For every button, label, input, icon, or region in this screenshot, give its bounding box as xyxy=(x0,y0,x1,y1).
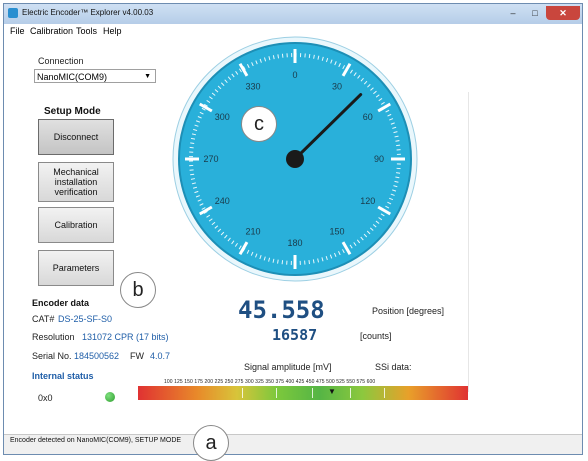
callout-c: c xyxy=(241,106,277,142)
status-bar: Encoder detected on NanoMIC(COM9), SETUP… xyxy=(4,434,582,449)
counts-unit: [counts] xyxy=(360,331,392,341)
internal-status-title: Internal status xyxy=(32,371,94,381)
connection-label: Connection xyxy=(38,56,84,66)
close-button[interactable]: ✕ xyxy=(546,6,580,20)
fw-label: FW xyxy=(130,351,144,361)
needle-hub xyxy=(286,150,304,168)
gauge-label: 150 xyxy=(329,227,344,237)
counts-value: 16587 xyxy=(272,326,318,344)
encoder-gauge: 0 30 60 90 120 150 180 210 240 270 300 330 xyxy=(172,36,418,282)
signal-scale: 100 125 150 175 200 225 250 275 300 325 … xyxy=(164,379,376,385)
status-text: Encoder detected on NanoMIC(COM9), SETUP… xyxy=(10,437,182,444)
callout-a: a xyxy=(193,425,229,461)
maximize-button[interactable]: □ xyxy=(524,6,546,20)
minimize-button[interactable]: – xyxy=(502,6,524,20)
app-window: Electric Encoder™ Explorer v4.00.03 – □ … xyxy=(3,3,583,455)
side-panel xyxy=(468,92,581,392)
resolution-value: 131072 CPR (17 bits) xyxy=(82,332,169,342)
mechanical-installation-button[interactable]: Mechanical installation verification xyxy=(38,162,114,202)
window-title: Electric Encoder™ Explorer v4.00.03 xyxy=(22,8,154,17)
chevron-down-icon: ▼ xyxy=(144,73,151,80)
status-led xyxy=(105,392,115,402)
cat-label: CAT# xyxy=(32,314,55,324)
app-icon xyxy=(8,8,18,18)
bar-tick xyxy=(350,388,351,398)
disconnect-button[interactable]: Disconnect xyxy=(38,119,114,155)
bar-tick xyxy=(384,388,385,398)
serial-label: Serial No. xyxy=(32,351,72,361)
gauge-label: 210 xyxy=(245,227,260,237)
title-bar: Electric Encoder™ Explorer v4.00.03 – □ … xyxy=(4,4,582,24)
bar-tick xyxy=(312,388,313,398)
bar-tick xyxy=(276,388,277,398)
position-unit: Position [degrees] xyxy=(372,306,445,316)
cat-value: DS-25-SF-S0 xyxy=(58,314,113,324)
gauge-label: 0 xyxy=(292,70,297,80)
menu-help[interactable]: Help xyxy=(103,26,122,36)
gauge-label: 330 xyxy=(245,81,260,91)
fw-value: 4.0.7 xyxy=(150,351,171,361)
menu-tools[interactable]: Tools xyxy=(76,26,97,36)
internal-status-value: 0x0 xyxy=(38,393,53,403)
gauge-label: 30 xyxy=(332,81,342,91)
signal-amplitude-label: Signal amplitude [mV] xyxy=(244,362,332,372)
connection-select[interactable]: NanoMIC(COM9) ▼ xyxy=(34,69,156,83)
callout-b: b xyxy=(120,272,156,308)
connection-selected-value: NanoMIC(COM9) xyxy=(37,72,108,82)
encoder-data-title: Encoder data xyxy=(32,298,90,308)
gauge-label: 60 xyxy=(363,112,373,122)
menu-file[interactable]: File xyxy=(10,26,25,36)
gauge-label: 270 xyxy=(203,154,218,164)
serial-value: 184500562 xyxy=(74,351,120,361)
resolution-label: Resolution xyxy=(32,332,75,342)
ssi-data-label: SSi data: xyxy=(375,362,412,372)
parameters-button[interactable]: Parameters xyxy=(38,250,114,286)
setup-mode-title: Setup Mode xyxy=(44,106,101,117)
position-value: 45.558 xyxy=(238,296,325,324)
menu-calibration[interactable]: Calibration xyxy=(30,26,73,36)
gauge-label: 240 xyxy=(215,196,230,206)
gauge-label: 180 xyxy=(287,238,302,248)
gauge-label: 120 xyxy=(360,196,375,206)
gauge-label: 90 xyxy=(374,154,384,164)
bar-tick xyxy=(242,388,243,398)
gauge-label: 300 xyxy=(215,112,230,122)
calibration-button[interactable]: Calibration xyxy=(38,207,114,243)
signal-marker: ▼ xyxy=(328,387,336,396)
main-content: Connection NanoMIC(COM9) ▼ Setup Mode Di… xyxy=(4,36,582,434)
signal-amplitude-bar: ▼ xyxy=(138,386,468,400)
